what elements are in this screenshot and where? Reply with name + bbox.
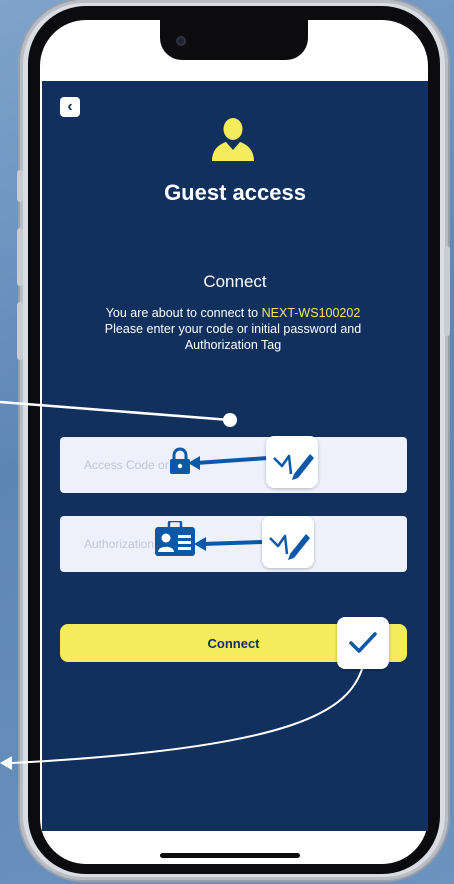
mute-switch (17, 170, 23, 202)
section-subtitle: Connect (203, 272, 267, 291)
arrow-head-left (0, 756, 12, 770)
volume-up-button (17, 228, 23, 286)
access-code-field[interactable] (60, 437, 407, 493)
home-indicator[interactable] (160, 853, 300, 858)
page-title: Guest access (164, 180, 306, 205)
volume-down-button (17, 302, 23, 360)
network-name: NEXT-WS100202 (261, 306, 361, 320)
connect-message: You are about to connect to NEXT-WS10020… (70, 305, 396, 353)
authorization-tag-input[interactable] (60, 516, 407, 572)
access-code-input[interactable] (60, 437, 407, 493)
check-badge (337, 617, 389, 669)
message-prefix: You are about to connect to (105, 306, 262, 320)
authorization-tag-field[interactable] (60, 516, 407, 572)
power-button (444, 246, 450, 336)
pen-icon (273, 454, 314, 480)
back-button[interactable]: ‹ (60, 97, 80, 117)
front-camera (176, 36, 186, 46)
lock-icon (170, 447, 190, 474)
message-line-2: Please enter your code or initial passwo… (104, 322, 362, 336)
pen-icon (269, 534, 310, 560)
pen-badge-access (266, 436, 318, 488)
checkmark-icon (349, 632, 377, 653)
id-card-icon (155, 521, 195, 556)
message-line-3: Authorization Tag (184, 338, 282, 352)
pen-badge-auth (262, 516, 314, 568)
chevron-left-icon: ‹ (67, 98, 73, 115)
user-icon (212, 118, 254, 161)
